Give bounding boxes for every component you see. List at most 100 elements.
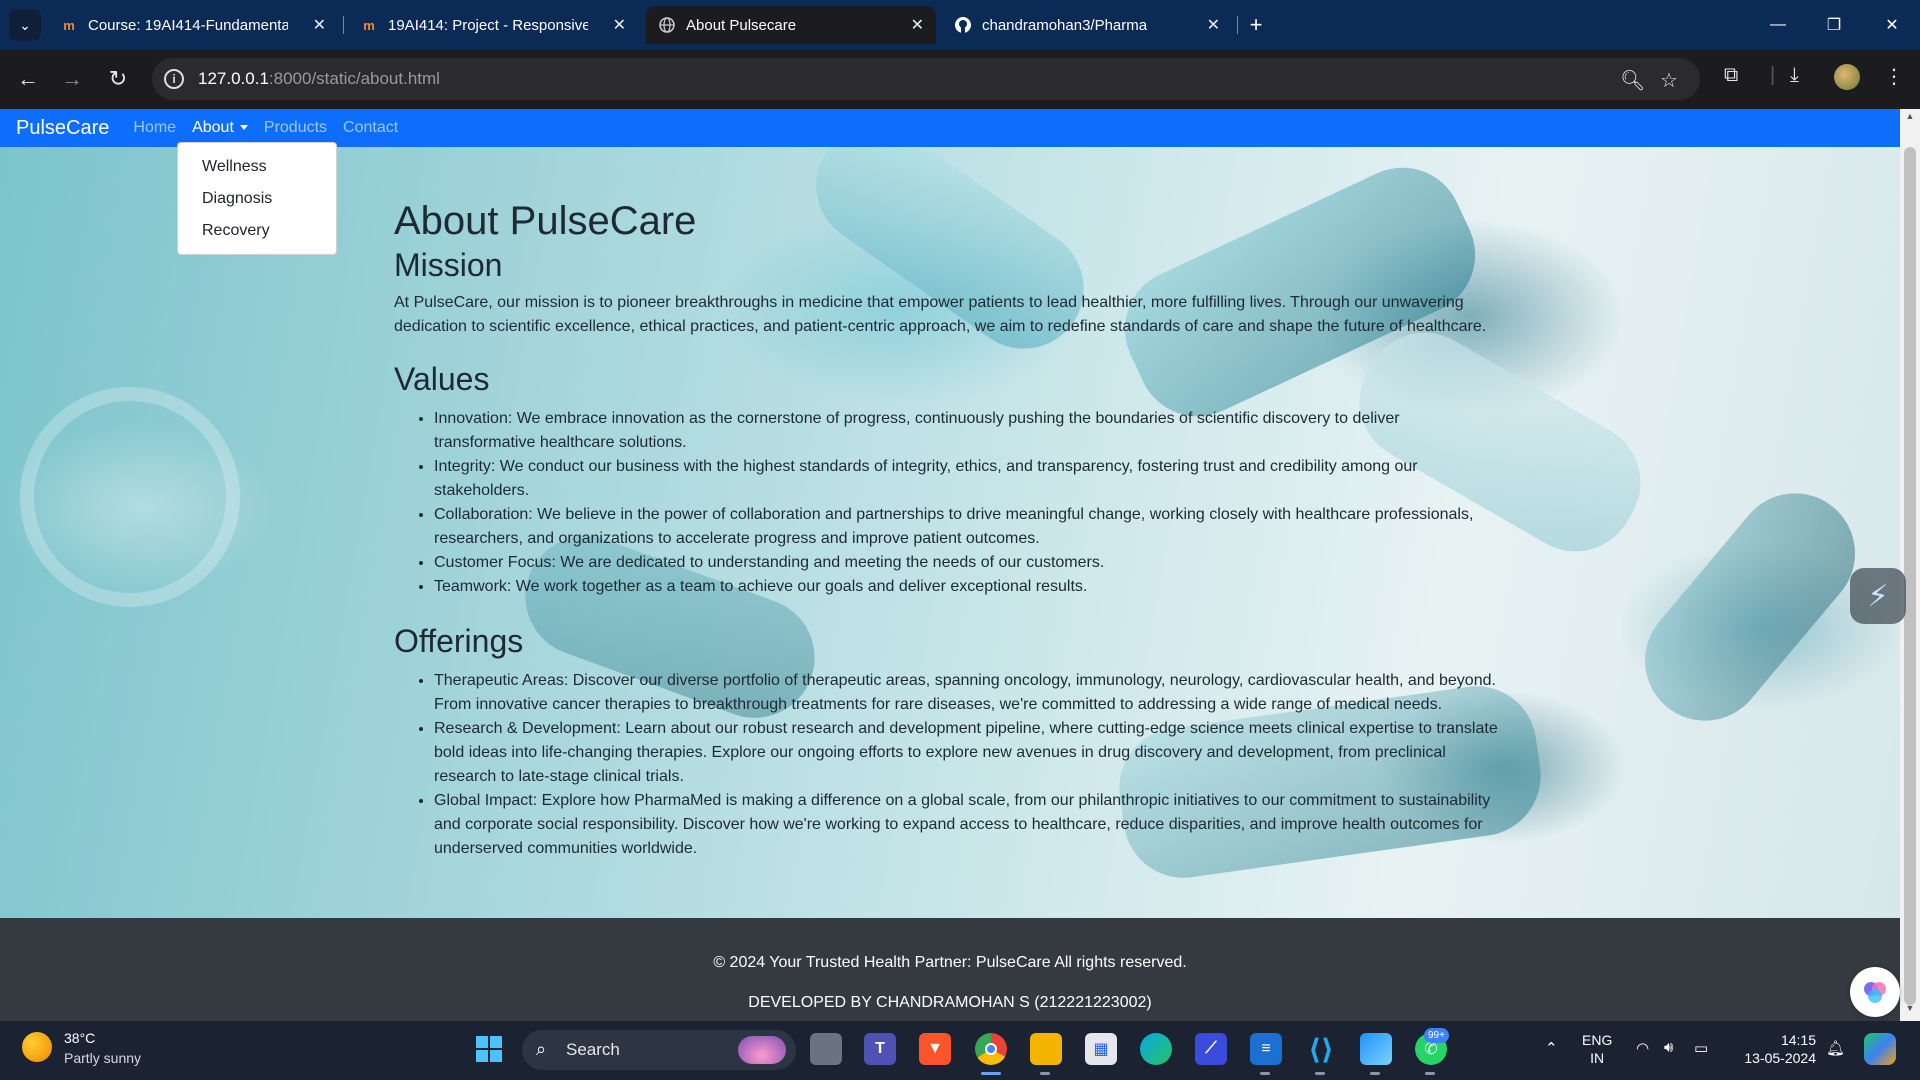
dropdown-item-diagnosis[interactable]: Diagnosis xyxy=(178,183,336,215)
app-indicator xyxy=(1425,1072,1435,1075)
minimize-button[interactable]: — xyxy=(1750,0,1806,50)
restore-icon: ❐ xyxy=(1826,17,1842,34)
search-highlight-image xyxy=(738,1036,786,1064)
forward-button[interactable]: → xyxy=(57,64,87,94)
scrollbar-thumb[interactable] xyxy=(1904,147,1916,1005)
offerings-heading: Offerings xyxy=(394,623,524,659)
search-label: Search xyxy=(566,1040,620,1059)
page-scrollbar[interactable]: ▲ ▼ xyxy=(1900,109,1920,1021)
mission-heading: Mission xyxy=(394,247,503,283)
tab-project[interactable]: m 19AI414: Project - Responsive W ✕ xyxy=(348,6,638,44)
minimize-icon: — xyxy=(1770,16,1786,33)
wifi-icon[interactable]: ◠ xyxy=(1636,1039,1649,1057)
list-item: Innovation: We embrace innovation as the… xyxy=(434,407,1504,455)
brave-browser-icon[interactable]: ▼ xyxy=(919,1033,951,1065)
back-button[interactable]: ← xyxy=(13,64,43,94)
tab-label: chandramohan3/Pharma xyxy=(982,16,1148,34)
nav-home[interactable]: Home xyxy=(133,119,176,137)
url-host: 127.0.0.1 xyxy=(198,69,269,88)
dropdown-item-wellness[interactable]: Wellness xyxy=(178,151,336,183)
dropdown-item-recovery[interactable]: Recovery xyxy=(178,215,336,247)
values-list: Innovation: We embrace innovation as the… xyxy=(434,407,1504,599)
close-icon[interactable]: ✕ xyxy=(911,15,924,35)
about-dropdown-menu: Wellness Diagnosis Recovery xyxy=(177,142,337,255)
system-clock[interactable]: 14:15 13-05-2024 xyxy=(1732,1031,1816,1067)
arrow-left-icon: ← xyxy=(17,66,39,91)
chrome-center-dot xyxy=(985,1043,997,1055)
menu-kebab-icon[interactable]: ⋮ xyxy=(1884,64,1904,89)
close-icon[interactable]: ✕ xyxy=(313,15,326,35)
footer-developer: DEVELOPED BY CHANDRAMOHAN S (21222122300… xyxy=(748,994,1152,1011)
copilot-taskbar-icon[interactable] xyxy=(1864,1033,1896,1065)
copilot-icon xyxy=(1864,982,1886,1003)
weather-temperature[interactable]: 38°C xyxy=(64,1030,95,1046)
restore-button[interactable]: ❐ xyxy=(1806,0,1862,50)
site-info-icon[interactable]: i xyxy=(164,69,184,89)
nav-about-label: About xyxy=(192,119,234,136)
language-indicator[interactable]: ENG IN xyxy=(1582,1031,1612,1067)
close-window-button[interactable]: ✕ xyxy=(1864,0,1920,50)
microsoft-store-icon[interactable]: ▦ xyxy=(1085,1033,1117,1065)
app-indicator xyxy=(1260,1072,1270,1075)
moodle-icon: m xyxy=(63,17,75,33)
profile-avatar[interactable] xyxy=(1834,64,1860,90)
list-item: Teamwork: We work together as a team to … xyxy=(434,575,1504,599)
app-indicator xyxy=(1370,1072,1380,1075)
taskbar-search[interactable]: ⌕ Search xyxy=(522,1030,796,1070)
chevron-up-icon[interactable]: ⌃ xyxy=(1545,1039,1558,1057)
nav-products[interactable]: Products xyxy=(264,119,327,137)
photos-icon[interactable] xyxy=(1360,1033,1392,1065)
download-icon[interactable]: ⤓ xyxy=(1790,64,1799,87)
close-icon[interactable]: ✕ xyxy=(1207,15,1220,35)
capsule-graphic xyxy=(1620,468,1880,746)
lightning-icon: ⚡ xyxy=(1867,579,1889,613)
globe-icon xyxy=(658,16,676,34)
app-indicator xyxy=(1040,1072,1050,1075)
weather-sun-icon[interactable] xyxy=(22,1032,52,1062)
reload-icon: ↻ xyxy=(108,66,128,91)
github-icon xyxy=(954,16,972,34)
nav-contact[interactable]: Contact xyxy=(343,119,398,137)
reload-button[interactable]: ↻ xyxy=(103,64,133,94)
address-bar[interactable]: i 127.0.0.1:8000/static/about.html 🔍︎ ☆ xyxy=(152,58,1700,100)
about-content: About PulseCare Mission At PulseCare, ou… xyxy=(394,197,1504,861)
offerings-list: Therapeutic Areas: Discover our diverse … xyxy=(434,669,1504,861)
vscode-icon[interactable]: ⟨⟩ xyxy=(1305,1033,1337,1065)
copilot-button[interactable] xyxy=(1850,967,1900,1017)
notification-bell-icon[interactable]: 🔔︎ xyxy=(1826,1039,1845,1057)
teams-icon[interactable]: T xyxy=(864,1033,896,1065)
edge-icon[interactable] xyxy=(1140,1033,1172,1065)
chevron-down-icon: ⌄ xyxy=(19,16,31,33)
chrome-icon[interactable] xyxy=(975,1033,1007,1065)
task-view-icon[interactable] xyxy=(810,1033,842,1065)
navbar-brand[interactable]: PulseCare xyxy=(16,117,109,140)
close-icon[interactable]: ✕ xyxy=(613,15,626,35)
zoom-icon[interactable]: 🔍︎ xyxy=(1620,68,1645,93)
list-item: Therapeutic Areas: Discover our diverse … xyxy=(434,669,1504,717)
new-tab-button[interactable]: + xyxy=(1242,11,1270,39)
nav-about-dropdown[interactable]: About xyxy=(192,119,248,137)
tab-search-button[interactable]: ⌄ xyxy=(9,9,41,41)
battery-icon[interactable]: ▭ xyxy=(1694,1039,1708,1057)
toolbar-divider: | xyxy=(1770,64,1776,86)
extensions-icon[interactable]: ⧉ xyxy=(1724,64,1738,87)
weather-description[interactable]: Partly sunny xyxy=(64,1050,141,1066)
tab-github[interactable]: chandramohan3/Pharma ✕ xyxy=(942,6,1232,44)
scroll-down-icon[interactable]: ▼ xyxy=(1900,1003,1920,1019)
powerautomate-icon[interactable]: ⟋ xyxy=(1195,1033,1227,1065)
volume-icon[interactable]: 🔊︎ xyxy=(1664,1039,1673,1056)
clock-date: 13-05-2024 xyxy=(1744,1050,1816,1066)
bookmark-star-icon[interactable]: ☆ xyxy=(1660,68,1678,93)
values-heading: Values xyxy=(394,361,490,397)
clock-time: 14:15 xyxy=(1780,1032,1816,1048)
start-button[interactable] xyxy=(473,1033,505,1065)
scroll-up-icon[interactable]: ▲ xyxy=(1900,111,1920,127)
caret-down-icon xyxy=(239,125,248,131)
file-explorer-icon[interactable] xyxy=(1030,1033,1062,1065)
tab-course[interactable]: m Course: 19AI414-Fundamentals ✕ xyxy=(48,6,338,44)
sidebar-widget-button[interactable]: ⚡ xyxy=(1850,568,1906,624)
windows-taskbar: 38°C Partly sunny ⌕ Search T ▼ ▦ ⟋ ≡ ⟨⟩ … xyxy=(0,1021,1920,1080)
notepad-icon[interactable]: ≡ xyxy=(1250,1033,1282,1065)
list-item: Collaboration: We believe in the power o… xyxy=(434,503,1504,551)
tab-about-pulsecare[interactable]: About Pulsecare ✕ xyxy=(646,6,936,44)
